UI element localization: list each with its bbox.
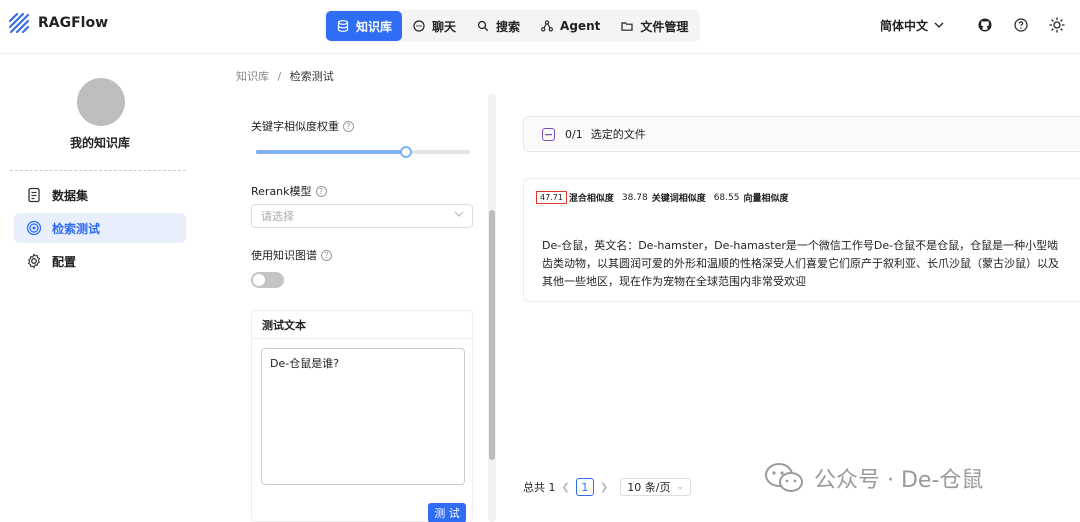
sidebar-item-retrieval-test[interactable]: 检索测试 [14,213,186,243]
breadcrumb-root[interactable]: 知识库 [236,70,269,83]
keyword-weight-slider[interactable] [256,146,470,158]
nav-search[interactable]: 搜索 [466,12,530,40]
chevron-down-icon: ⌄ [676,482,685,492]
sidebar-item-dataset[interactable]: 数据集 [14,180,186,210]
chevron-left-icon[interactable]: ❮ [562,482,570,493]
nav-label: 搜索 [496,19,521,34]
kb-name: 我的知识库 [69,136,130,150]
retrieval-settings-panel: 关键字相似度权重 ? Rerank模型 ? 请选择 使用知识图谱 ? 测试文本 … [236,94,488,522]
watermark-text: 公众号 · De-仓鼠 [814,468,984,493]
target-icon [26,220,42,236]
selected-files-label: 选定的文件 [590,128,646,141]
help-icon[interactable]: ? [343,120,354,132]
result-chunk-card[interactable]: 47.71 混合相似度 38.78 关键词相似度 68.55 向量相似度 De-… [523,178,1080,302]
hybrid-score: 47.71 [536,191,567,204]
page-size-select[interactable]: 10 条/页 ⌄ [620,478,692,496]
nav-knowledge-base[interactable]: 知识库 [326,11,403,41]
search-icon [476,19,490,33]
agent-icon [540,19,554,33]
settings-scrollbar[interactable] [488,94,496,522]
similarity-scores: 47.71 混合相似度 38.78 关键词相似度 68.55 向量相似度 [536,191,796,204]
main-nav: 知识库 聊天 搜索 Agent 文件管理 [324,10,701,42]
chat-icon [412,19,426,33]
github-icon[interactable] [976,16,994,34]
nav-label: 文件管理 [640,19,689,34]
ragflow-logo-icon [8,12,30,34]
watermark: 公众号 · De-仓鼠 [764,462,983,494]
rerank-model-select[interactable]: 请选择 [251,204,473,228]
chevron-down-icon [454,209,464,220]
folder-icon [620,19,634,33]
database-icon [336,19,350,33]
wechat-icon [765,463,803,492]
top-navbar: RAGFlow 知识库 聊天 搜索 Agent 文件管理 简体中文 [0,0,1080,54]
kg-label: 使用知识图谱 [251,249,317,262]
keyword-weight-label-row: 关键字相似度权重 ? [251,118,354,134]
breadcrumb-current: 检索测试 [289,70,334,83]
keyword-weight-label: 关键字相似度权重 [251,120,339,133]
nav-label: 聊天 [432,19,457,34]
help-icon[interactable]: ? [315,185,327,197]
slider-handle[interactable] [399,146,412,158]
sidebar-item-label: 检索测试 [52,221,101,236]
result-chunk-text: De-仓鼠，英文名：De-hamster，De-hamaster是一个微信工作号… [542,239,1059,288]
page-size-label: 10 条/页 [627,481,671,494]
help-icon[interactable]: ? [321,249,332,261]
nav-label: Agent [560,19,601,33]
indeterminate-checkbox[interactable]: − [542,127,555,141]
kg-label-row: 使用知识图谱 ? [251,247,332,263]
hybrid-score-label: 混合相似度 [568,194,614,204]
nav-chat[interactable]: 聊天 [402,12,466,40]
app-name: RAGFlow [38,15,109,31]
sidebar-item-config[interactable]: 配置 [14,246,186,276]
selected-files-bar[interactable]: − 0/1 选定的文件 [523,116,1080,152]
breadcrumb-separator: / [277,70,282,83]
nav-label: 知识库 [356,19,393,34]
slider-fill [256,150,406,154]
scrollbar-thumb[interactable] [489,210,495,460]
language-label: 简体中文 [879,18,928,33]
rerank-label: Rerank模型 [251,185,312,198]
knowledge-base-sidebar: 我的知识库 数据集 检索测试 配置 [0,54,200,522]
vector-score: 68.55 [713,192,740,203]
knowledge-graph-toggle[interactable] [251,272,284,288]
vector-score-label: 向量相似度 [743,194,789,204]
language-select[interactable]: 简体中文 [880,17,944,34]
test-text-title: 测试文本 [252,311,472,339]
app-logo[interactable]: RAGFlow [8,12,108,34]
document-icon [26,187,42,203]
gear-icon [26,253,42,269]
keyword-score: 38.78 [621,192,648,203]
run-test-button[interactable]: 测 试 [428,503,466,522]
chevron-down-icon [934,20,944,31]
sun-icon[interactable] [1048,16,1066,34]
toggle-knob [253,274,265,286]
kb-avatar [77,78,125,126]
pagination-total: 总共 1 [523,481,556,494]
test-text-card: 测试文本 De-仓鼠是谁? 测 试 [251,310,473,522]
breadcrumb: 知识库 / 检索测试 [236,68,334,84]
nav-file-management[interactable]: 文件管理 [610,12,698,40]
test-query-input[interactable]: De-仓鼠是谁? [261,348,465,485]
sidebar-item-label: 配置 [52,254,77,269]
sidebar-divider [10,170,186,171]
selected-count: 0/1 [565,127,583,141]
header-tools: 简体中文 [880,16,1066,34]
chevron-right-icon[interactable]: ❯ [600,482,608,493]
nav-agent[interactable]: Agent [530,12,610,40]
keyword-score-label: 关键词相似度 [651,194,706,204]
help-icon[interactable] [1012,16,1030,34]
pagination: 总共 1 ❮ 1 ❯ 10 条/页 ⌄ [523,478,692,496]
rerank-placeholder: 请选择 [261,210,294,223]
page-number[interactable]: 1 [575,478,594,496]
sidebar-item-label: 数据集 [52,188,89,203]
rerank-label-row: Rerank模型 ? [251,183,327,199]
